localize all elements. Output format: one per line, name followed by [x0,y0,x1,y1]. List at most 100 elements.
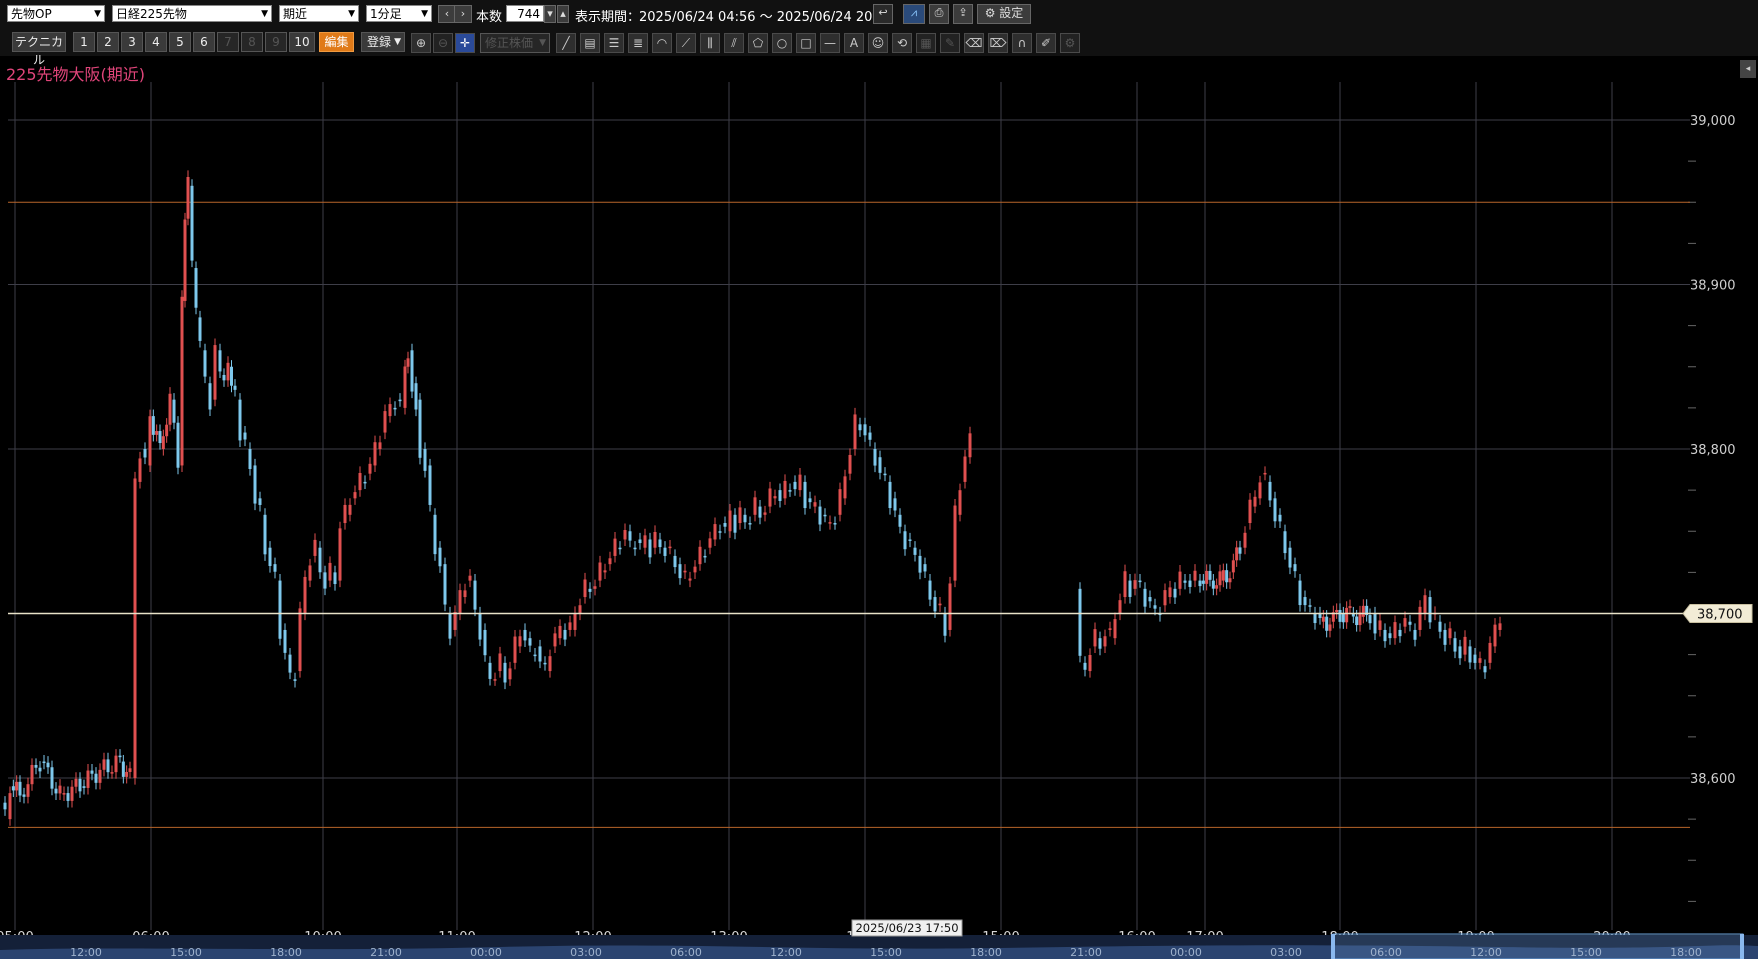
y-tick-label: 38,800 [1690,443,1736,458]
candle-body [498,653,502,672]
chart-mode-icon[interactable]: ⩘ [903,4,925,24]
candle-body [388,404,392,417]
candle-body [1278,514,1282,522]
technical-button[interactable]: テクニカル [12,32,66,67]
crosshair-icon[interactable]: ✛ [455,33,475,53]
candle-body [50,767,54,789]
pentagon-icon[interactable]: ⬠ [748,33,768,53]
candle-body [353,492,357,499]
rectangle-icon[interactable]: □ [796,33,816,53]
zoom-in-icon[interactable]: ⊕ [411,33,431,53]
fan-icon[interactable]: ⟋ [676,33,696,53]
pointer-icon[interactable]: ⟲ [892,33,912,53]
fib-retracement-icon[interactable]: ≣ [628,33,648,53]
candle-body [34,764,38,768]
candle-body [253,465,257,504]
candle-body [1438,621,1442,632]
preset-button-2[interactable]: 2 [97,32,119,52]
candle-body [1483,666,1487,673]
symbol-select[interactable]: 日経225先物 ▼ [112,5,272,22]
candle-body [1383,629,1387,642]
register-button[interactable]: 登録 ▼ [361,32,405,52]
print-icon[interactable]: ⎙ [929,4,949,24]
navigator-tick-label: 06:00 [1370,946,1402,959]
edit-button[interactable]: 編集 [319,32,354,52]
horizontal-line-icon[interactable]: — [820,33,840,53]
candle-body [8,793,12,820]
preset-button-1[interactable]: 1 [73,32,95,52]
lock-icon[interactable]: ⚙ [1060,33,1080,53]
preset-button-7[interactable]: 7 [217,32,239,52]
candle-body [148,416,152,466]
candle-body [348,504,352,515]
circle-icon[interactable]: ○ [772,33,792,53]
market-select[interactable]: 先物OP ▼ [7,5,105,22]
candle-body [593,586,597,589]
y-tick-label: 38,900 [1690,279,1736,294]
magnet-icon[interactable]: ∩ [1012,33,1032,53]
preset-button-6[interactable]: 6 [193,32,215,52]
trend-line-icon[interactable]: ╱ [556,33,576,53]
count-stepper-up[interactable]: ▴ [557,5,569,23]
candle-body [1368,615,1372,624]
candle-body [1183,580,1187,583]
candle-body [1098,638,1102,649]
candle-body [383,411,387,433]
price-chart[interactable]: 38,60038,70038,80038,90039,00038,70005:0… [0,72,1758,959]
candle-body [923,564,927,572]
preset-button-8[interactable]: 8 [241,32,263,52]
crosshair-time-label: 2025/06/23 17:50 [855,921,958,935]
count-input[interactable]: 744 [506,5,544,22]
preset-button-9[interactable]: 9 [265,32,287,52]
candle-body [968,433,972,458]
candle-body [74,778,78,787]
preset-button-4[interactable]: 4 [145,32,167,52]
edit-icon[interactable]: ✐ [1036,33,1056,53]
candle-body [203,350,207,377]
undo-icon[interactable]: ↩ [873,4,893,24]
grid-icon[interactable]: ▦ [916,33,936,53]
erase-all-icon[interactable]: ⌦ [988,33,1008,53]
candle-body [428,465,432,505]
candle-body [268,547,272,567]
candle-body [583,579,587,598]
candle-body [958,490,962,515]
settings-button[interactable]: ⚙ 設定 [977,4,1031,24]
stamp-icon[interactable]: ☺ [868,33,888,53]
vertical-lines-icon[interactable]: ⫼ [700,33,720,53]
preset-button-10[interactable]: 10 [289,32,315,52]
candle-body [948,583,952,630]
candle-body [218,350,222,372]
note-icon[interactable]: ✎ [940,33,960,53]
eraser-icon[interactable]: ⌫ [964,33,984,53]
arc-icon[interactable]: ◠ [652,33,672,53]
candle-body [1408,621,1412,625]
contract-select[interactable]: 期近 ▼ [279,5,359,22]
candle-body [628,531,632,541]
candle-body [738,507,742,524]
candle-body [633,547,637,550]
candle-body [226,362,230,381]
candle-body [753,497,757,515]
candle-body [768,488,772,507]
preset-button-5[interactable]: 5 [169,32,191,52]
count-dropdown-button[interactable]: ▾ [544,5,556,23]
export-icon[interactable]: ⇪ [953,4,973,24]
adjusted-price-select[interactable]: 修正株価 ▼ [480,33,550,53]
text-icon[interactable]: A [844,33,864,53]
zoom-out-icon[interactable]: ⊖ [433,33,453,53]
candle-body [248,449,252,470]
candle-body [403,366,407,408]
preset-button-3[interactable]: 3 [121,32,143,52]
candle-body [106,759,110,773]
horizontal-lines-icon[interactable]: ☰ [604,33,624,53]
channel-icon[interactable]: ⫽ [724,33,744,53]
next-interval-button[interactable]: › [454,5,472,23]
ruler-icon[interactable]: ▤ [580,33,600,53]
candle-body [1215,585,1219,589]
candle-body [208,383,212,410]
candle-body [1238,547,1242,554]
adjusted-price-label: 修正株価 [485,36,534,50]
interval-select[interactable]: 1分足 ▼ [366,5,432,22]
candle-body [323,572,327,589]
